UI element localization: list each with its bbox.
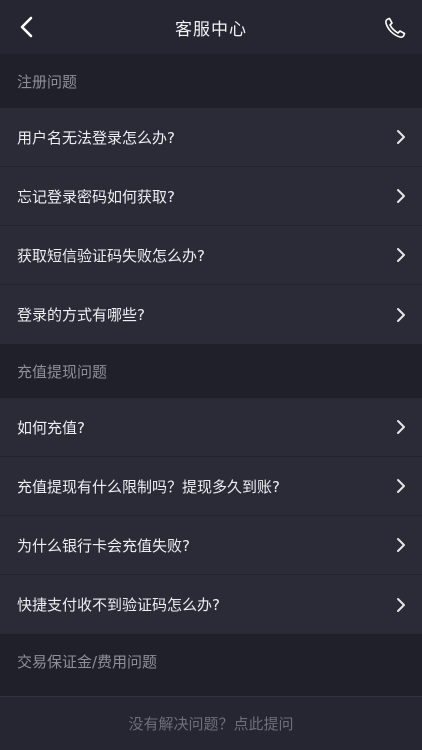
faq-list: 注册问题 用户名无法登录怎么办? 忘记登录密码如何获取? 获取短信验证码失败怎么… [0, 54, 422, 688]
faq-item-sms-code-failed[interactable]: 获取短信验证码失败怎么办? [0, 226, 422, 285]
faq-item-label: 快捷支付收不到验证码怎么办? [17, 596, 220, 614]
top-bar: 客服中心 [0, 0, 422, 54]
faq-item-label: 登录的方式有哪些? [17, 306, 145, 324]
section-registration: 用户名无法登录怎么办? 忘记登录密码如何获取? 获取短信验证码失败怎么办? 登录… [0, 108, 422, 344]
faq-item-how-to-deposit[interactable]: 如何充值? [0, 398, 422, 457]
faq-item-quick-pay-code[interactable]: 快捷支付收不到验证码怎么办? [0, 575, 422, 634]
faq-item-limits-arrival-time[interactable]: 充值提现有什么限制吗？提现多久到账? [0, 457, 422, 516]
section-header-registration: 注册问题 [0, 54, 422, 108]
faq-item-label: 用户名无法登录怎么办? [17, 128, 175, 147]
chevron-right-icon [396, 478, 408, 494]
chevron-right-icon [396, 307, 408, 323]
section-deposit-withdraw: 如何充值? 充值提现有什么限制吗？提现多久到账? 为什么银行卡会充值失败? 快捷… [0, 398, 422, 634]
chevron-left-icon [20, 16, 33, 38]
faq-item-login-methods[interactable]: 登录的方式有哪些? [0, 285, 422, 344]
faq-item-bank-card-failed[interactable]: 为什么银行卡会充值失败? [0, 516, 422, 575]
page-title: 客服中心 [175, 19, 247, 40]
chevron-right-icon [396, 419, 408, 435]
section-header-deposit-withdraw: 充值提现问题 [0, 344, 422, 398]
back-button[interactable] [14, 15, 38, 39]
faq-item-label: 忘记登录密码如何获取? [17, 187, 175, 206]
faq-item-label: 如何充值? [17, 418, 85, 437]
call-button[interactable] [382, 15, 408, 41]
chevron-right-icon [396, 247, 408, 263]
faq-item-forgot-password[interactable]: 忘记登录密码如何获取? [0, 167, 422, 226]
faq-item-label: 为什么银行卡会充值失败? [17, 536, 190, 555]
chevron-right-icon [396, 129, 408, 145]
faq-item-label: 获取短信验证码失败怎么办? [17, 246, 205, 265]
chevron-right-icon [396, 537, 408, 553]
phone-icon [385, 17, 406, 38]
ask-question-button[interactable]: 没有解决问题？点此提问 [0, 696, 422, 750]
chevron-right-icon [396, 188, 408, 204]
faq-item-username-login[interactable]: 用户名无法登录怎么办? [0, 108, 422, 167]
chevron-right-icon [396, 597, 408, 613]
section-header-margin-fees: 交易保证金/费用问题 [0, 634, 422, 688]
faq-item-label: 充值提现有什么限制吗？提现多久到账? [17, 477, 280, 496]
